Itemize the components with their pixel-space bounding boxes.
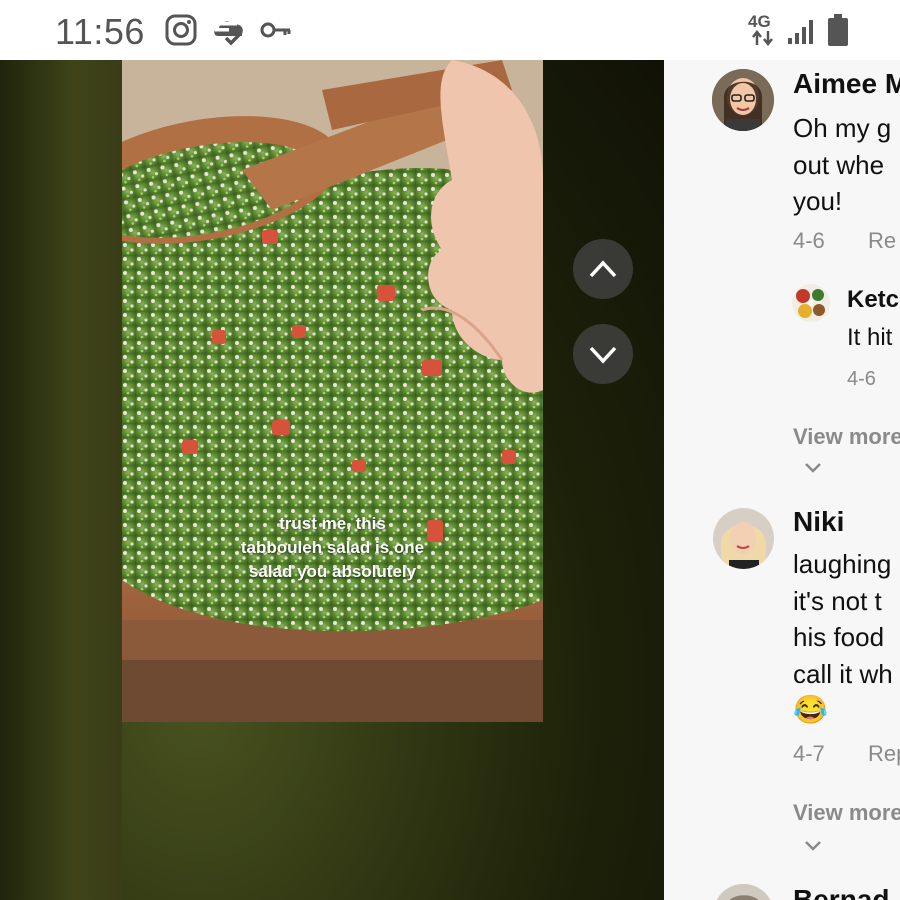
- battery-icon: [826, 13, 850, 52]
- chevron-up-icon: [589, 260, 617, 278]
- status-time: 11:56: [55, 11, 145, 52]
- tabbouleh-salad-image: [122, 60, 543, 722]
- comment-date: 4-6: [793, 228, 825, 253]
- signal-icon: [786, 16, 816, 51]
- video-area[interactable]: trust me, this tabbouleh salad is one sa…: [0, 60, 664, 900]
- comment-line: Oh my g: [793, 113, 892, 143]
- emoji-laughing: 😂: [793, 694, 828, 725]
- reply-author[interactable]: Ketc: [847, 286, 899, 314]
- comment-text: laughing it's not t his food call it wh …: [793, 546, 893, 729]
- avatar[interactable]: [712, 69, 774, 131]
- video-player[interactable]: trust me, this tabbouleh salad is one sa…: [122, 60, 543, 722]
- comment-line: his food: [793, 622, 885, 652]
- caption-line: trust me, this: [279, 514, 386, 533]
- video-blur-background: [0, 60, 122, 900]
- comment: Bernad: [664, 878, 900, 900]
- comment-line: out whe: [793, 149, 885, 180]
- reply-text: It hit: [847, 324, 893, 351]
- comments-panel[interactable]: Aimee M Oh my g out whe you! 4-6 Re Ketc…: [664, 60, 900, 900]
- next-video-button[interactable]: [573, 324, 633, 384]
- key-icon: [260, 20, 292, 45]
- reply-date: 4-6: [847, 368, 876, 390]
- comment-line: call it wh: [793, 658, 893, 689]
- video-caption: trust me, this tabbouleh salad is one sa…: [122, 512, 543, 584]
- comment-line: you!: [793, 186, 843, 216]
- comment-line: it's not t: [793, 585, 882, 616]
- reply-avatar[interactable]: [792, 284, 830, 322]
- reply-button[interactable]: Rep: [868, 741, 900, 767]
- instagram-icon: [165, 14, 197, 51]
- comment-author[interactable]: Aimee M: [793, 68, 900, 100]
- view-more-replies-button[interactable]: View more: [793, 424, 900, 450]
- status-bar: 11:56 4G: [0, 0, 900, 60]
- comment-text: Oh my g out whe you!: [793, 110, 891, 220]
- chevron-down-icon[interactable]: [804, 838, 822, 856]
- reply-button[interactable]: Re: [868, 228, 896, 254]
- avatar[interactable]: [713, 884, 774, 900]
- cloud-check-icon: [212, 14, 248, 51]
- chevron-down-icon[interactable]: [804, 460, 822, 478]
- avatar[interactable]: [713, 508, 774, 569]
- comment: Niki laughing it's not t his food call i…: [664, 500, 900, 880]
- previous-video-button[interactable]: [573, 239, 633, 299]
- comment-author[interactable]: Niki: [793, 506, 844, 538]
- data-arrows-icon: [752, 29, 774, 51]
- caption-line: tabbouleh salad is one: [240, 538, 425, 557]
- comment: Aimee M Oh my g out whe you! 4-6 Re Ketc…: [664, 60, 900, 500]
- comment-author[interactable]: Bernad: [793, 884, 889, 900]
- chevron-down-icon: [589, 346, 617, 364]
- comment-date: 4-7: [793, 741, 825, 766]
- network-type-label: 4G: [748, 12, 771, 31]
- comment-line: laughing: [793, 549, 892, 579]
- caption-line: salad you absolutely: [248, 562, 417, 581]
- view-more-replies-button[interactable]: View more: [793, 800, 900, 826]
